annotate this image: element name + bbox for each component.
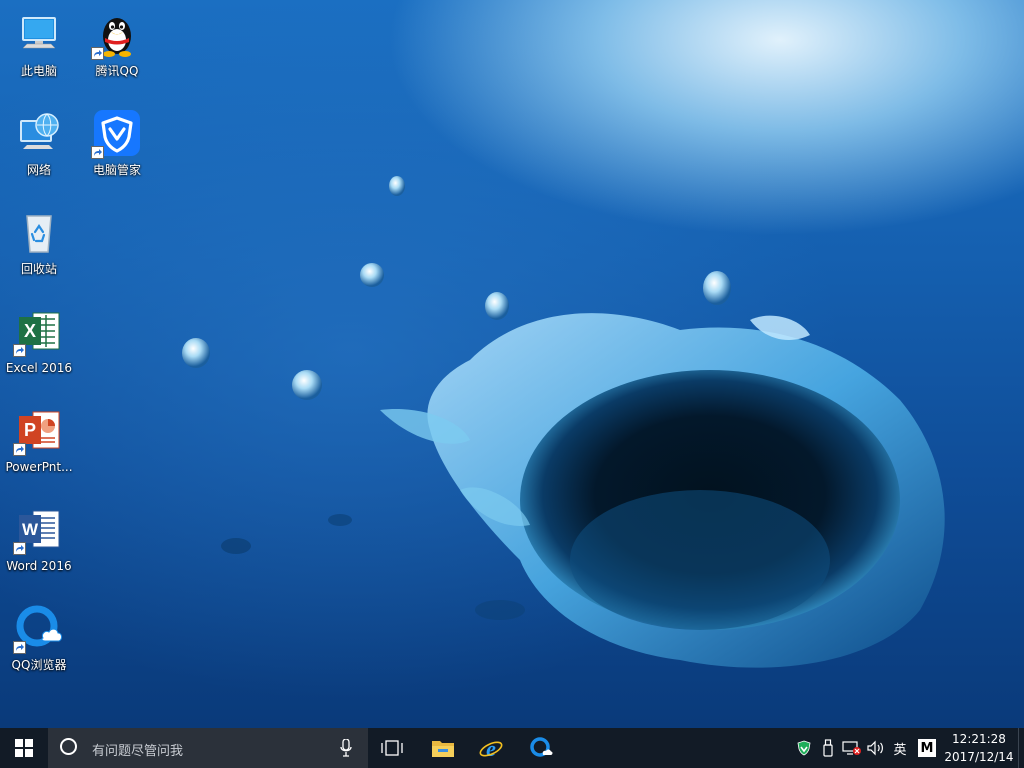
start-button[interactable] bbox=[0, 728, 48, 768]
desktop-icon-label: Word 2016 bbox=[6, 559, 72, 573]
desktop-icon-this-pc[interactable]: 此电脑 bbox=[1, 4, 77, 96]
desktop-icon-excel[interactable]: X Excel 2016 bbox=[1, 301, 77, 393]
pc-manager-tray-icon[interactable] bbox=[794, 738, 814, 758]
shortcut-arrow-icon bbox=[91, 47, 104, 60]
shortcut-arrow-icon bbox=[13, 641, 26, 654]
recycle-bin-icon bbox=[15, 208, 63, 256]
desktop-icon-word[interactable]: W Word 2016 bbox=[1, 499, 77, 591]
desktop-icon-recycle-bin[interactable]: 回收站 bbox=[1, 202, 77, 294]
task-view-button[interactable] bbox=[369, 728, 415, 768]
shortcut-arrow-icon bbox=[91, 146, 104, 159]
windows-logo-icon bbox=[15, 739, 33, 757]
desktop-icon-label: QQ浏览器 bbox=[11, 658, 67, 672]
usb-device-icon[interactable] bbox=[818, 738, 838, 758]
pc-manager-icon bbox=[91, 109, 141, 159]
ime-mode-indicator[interactable]: M bbox=[918, 739, 936, 757]
volume-icon[interactable] bbox=[866, 738, 886, 758]
svg-text:X: X bbox=[24, 321, 36, 341]
excel-icon: X bbox=[13, 307, 63, 357]
internet-explorer-button[interactable]: e bbox=[468, 728, 514, 768]
svg-text:W: W bbox=[22, 520, 39, 539]
cortana-search-box[interactable]: 有问题尽管问我 bbox=[48, 728, 368, 768]
desktop-icon-qq[interactable]: 腾讯QQ bbox=[79, 4, 155, 96]
taskbar-clock[interactable]: 12:21:28 2017/12/14 bbox=[944, 730, 1014, 766]
powerpoint-icon: P bbox=[13, 406, 63, 456]
desktop-icon-label: 电脑管家 bbox=[92, 163, 141, 177]
show-desktop-button[interactable] bbox=[1018, 728, 1024, 768]
file-explorer-button[interactable] bbox=[420, 728, 466, 768]
shortcut-arrow-icon bbox=[13, 542, 26, 555]
cortana-icon bbox=[60, 738, 77, 755]
qq-browser-icon bbox=[13, 604, 63, 654]
svg-text:P: P bbox=[24, 420, 36, 440]
desktop-icon-pc-manager[interactable]: 电脑管家 bbox=[79, 103, 155, 195]
desktop-icon-qq-browser[interactable]: QQ浏览器 bbox=[1, 598, 77, 690]
internet-explorer-icon: e bbox=[479, 736, 503, 760]
network-disconnected-icon[interactable] bbox=[842, 738, 862, 758]
microphone-icon[interactable] bbox=[340, 738, 352, 760]
svg-text:e: e bbox=[486, 736, 496, 760]
desktop-icon-label: PowerPnt... bbox=[5, 460, 73, 474]
desktop-icon-label: 网络 bbox=[26, 163, 51, 177]
qq-browser-taskbar-button[interactable] bbox=[518, 728, 564, 768]
taskbar: 有问题尽管问我 e 英 M 12:21:28 2017/12/14 bbox=[0, 728, 1024, 768]
shortcut-arrow-icon bbox=[13, 344, 26, 357]
network-icon bbox=[15, 109, 63, 157]
desktop-icon-powerpoint[interactable]: P PowerPnt... bbox=[1, 400, 77, 492]
qq-penguin-icon bbox=[91, 10, 141, 60]
input-language-indicator[interactable]: 英 bbox=[890, 738, 910, 758]
clock-time: 12:21:28 bbox=[952, 732, 1006, 746]
clock-date: 2017/12/14 bbox=[944, 750, 1014, 764]
file-explorer-icon bbox=[432, 741, 454, 757]
word-icon: W bbox=[13, 505, 63, 555]
desktop-icon-network[interactable]: 网络 bbox=[1, 103, 77, 195]
desktop-icon-label: 此电脑 bbox=[20, 64, 57, 78]
this-pc-icon bbox=[15, 10, 63, 58]
search-placeholder: 有问题尽管问我 bbox=[92, 744, 184, 759]
shortcut-arrow-icon bbox=[13, 443, 26, 456]
desktop: 此电脑 网络 回收站 X Excel 2016 P PowerPnt... W … bbox=[0, 0, 1024, 728]
desktop-icon-label: Excel 2016 bbox=[5, 361, 73, 375]
desktop-icon-label: 回收站 bbox=[20, 262, 57, 276]
task-view-icon bbox=[381, 740, 403, 756]
desktop-icon-label: 腾讯QQ bbox=[95, 64, 139, 78]
qq-browser-icon bbox=[530, 737, 553, 757]
